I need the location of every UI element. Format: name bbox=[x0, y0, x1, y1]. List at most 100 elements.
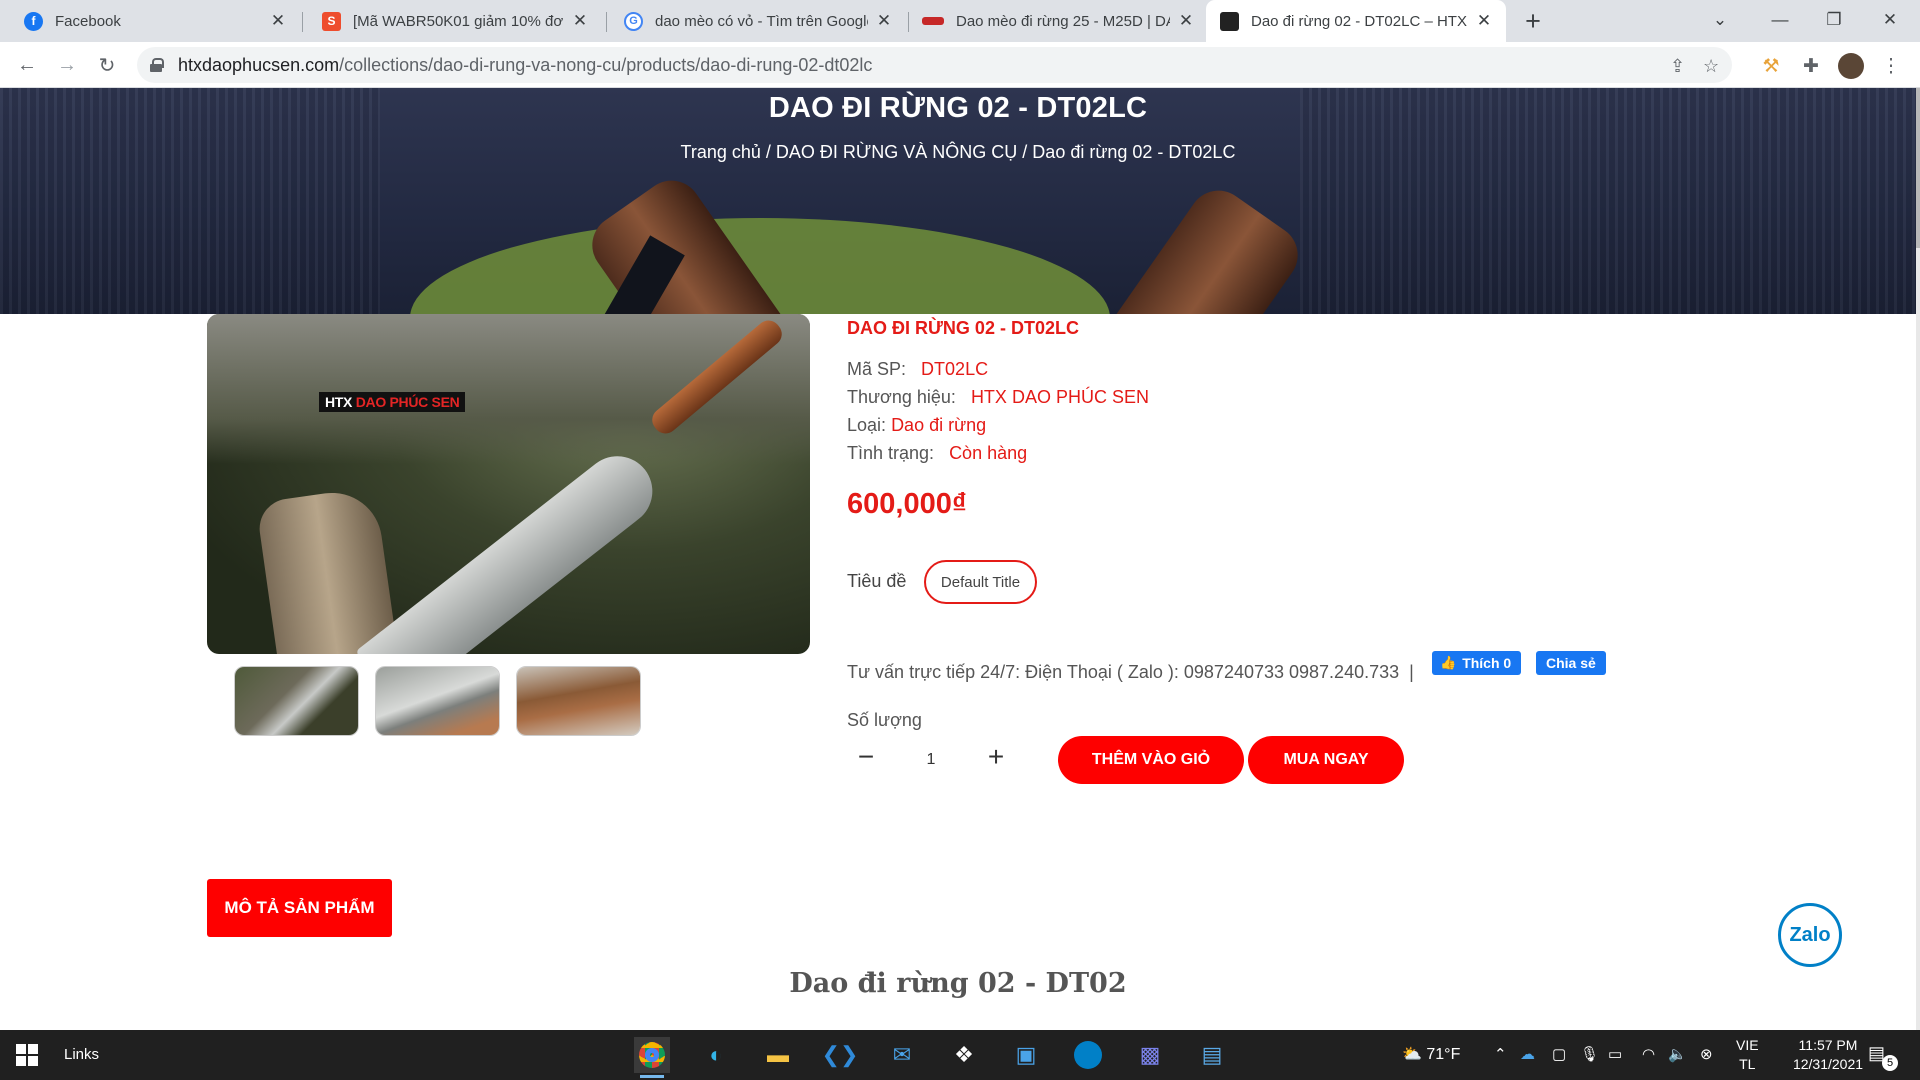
volume-icon[interactable]: 🔈 bbox=[1668, 1045, 1687, 1063]
quantity-input[interactable] bbox=[900, 746, 962, 774]
url-text[interactable]: htxdaophucsen.com/collections/dao-di-run… bbox=[178, 55, 872, 76]
product-type-row: Loại: Dao đi rừng bbox=[847, 415, 986, 436]
close-circle-icon[interactable]: ⊗ bbox=[1700, 1045, 1713, 1063]
zalo-icon[interactable] bbox=[1070, 1037, 1106, 1073]
product-main-image[interactable]: HTX DAO PHÚC SEN bbox=[207, 314, 810, 654]
chrome-icon[interactable] bbox=[634, 1037, 670, 1078]
weather-widget[interactable]: ⛅ 71°F bbox=[1402, 1044, 1460, 1064]
zalo-chat-button[interactable]: Zalo bbox=[1778, 903, 1842, 967]
site-icon bbox=[1220, 11, 1239, 31]
app-icon[interactable]: ▣ bbox=[1008, 1037, 1044, 1073]
image-watermark: HTX DAO PHÚC SEN bbox=[319, 392, 466, 412]
quantity-increase-button[interactable]: + bbox=[980, 740, 1012, 774]
file-explorer-icon[interactable]: ▬ bbox=[760, 1037, 796, 1073]
notification-count: 5 bbox=[1882, 1055, 1898, 1071]
tab-active-product[interactable]: Dao đi rừng 02 - DT02LC – HTX D... ✕ bbox=[1206, 0, 1506, 42]
browser-toolbar: ← → ↻ htxdaophucsen.com/collections/dao-… bbox=[0, 42, 1920, 88]
wifi-icon[interactable]: ◠ bbox=[1642, 1045, 1655, 1063]
lock-icon[interactable] bbox=[150, 58, 164, 72]
share-icon[interactable]: ⇪ bbox=[1670, 56, 1685, 77]
product-sku-row: Mã SP: DT02LC bbox=[847, 359, 988, 380]
advice-separator: | bbox=[1409, 662, 1414, 682]
tab-shopee[interactable]: S [Mã WABR50K01 giảm 10% đơn ... ✕ bbox=[302, 0, 602, 42]
puzzle-icon[interactable]: ✚ bbox=[1800, 55, 1822, 77]
tab-search-icon[interactable]: ⌄ bbox=[1692, 0, 1748, 40]
tab-dao-meo[interactable]: Dao mèo đi rừng 25 - M25D | DA... ✕ bbox=[908, 0, 1208, 42]
type-value[interactable]: Dao đi rừng bbox=[891, 415, 986, 435]
input-language[interactable]: VIE TL bbox=[1736, 1036, 1759, 1074]
fb-like-label: Thích 0 bbox=[1462, 655, 1512, 671]
teams-icon[interactable]: ▩ bbox=[1132, 1037, 1168, 1073]
google-icon: G bbox=[624, 11, 643, 31]
links-toolbar[interactable]: Links bbox=[64, 1046, 99, 1063]
menu-dots-icon[interactable]: ⋮ bbox=[1880, 55, 1902, 77]
brand-label: Thương hiệu: bbox=[847, 387, 956, 407]
close-tab-icon[interactable]: ✕ bbox=[874, 11, 894, 31]
windows-start-icon[interactable] bbox=[16, 1044, 40, 1068]
product-status-row: Tình trạng: Còn hàng bbox=[847, 443, 1027, 464]
tab-title: dao mèo có vỏ - Tìm trên Google bbox=[655, 12, 868, 30]
close-tab-icon[interactable]: ✕ bbox=[1176, 11, 1196, 31]
contact-advice: Tư vấn trực tiếp 24/7: Điện Thoại ( Zalo… bbox=[847, 662, 1414, 683]
thumbnail-image bbox=[376, 667, 499, 735]
clock-time: 11:57 PM bbox=[1798, 1037, 1858, 1053]
url-domain: htxdaophucsen.com bbox=[178, 54, 340, 75]
scrollbar-thumb[interactable] bbox=[1916, 88, 1920, 248]
description-tab[interactable]: MÔ TẢ SẢN PHẨM bbox=[207, 879, 392, 937]
add-to-cart-button[interactable]: THÊM VÀO GIỎ bbox=[1058, 736, 1244, 784]
close-tab-icon[interactable]: ✕ bbox=[570, 11, 590, 31]
address-bar[interactable]: htxdaophucsen.com/collections/dao-di-run… bbox=[137, 47, 1732, 83]
microphone-icon[interactable]: 🎙 bbox=[1580, 1045, 1599, 1063]
product-brand-row: Thương hiệu: HTX DAO PHÚC SEN bbox=[847, 387, 1149, 408]
reload-button[interactable]: ↻ bbox=[92, 50, 122, 80]
notification-center-icon[interactable]: ▤ 5 bbox=[1868, 1043, 1898, 1071]
browser-tab-bar: f Facebook ✕ S [Mã WABR50K01 giảm 10% đơ… bbox=[0, 0, 1920, 42]
extension-icon[interactable]: ⚒ bbox=[1760, 55, 1782, 77]
variant-label: Tiêu đề bbox=[847, 571, 907, 591]
product-thumbnail[interactable] bbox=[375, 666, 500, 736]
product-thumbnail[interactable] bbox=[234, 666, 359, 736]
close-window-button[interactable]: ✕ bbox=[1862, 0, 1918, 40]
watermark-prefix: HTX bbox=[325, 394, 356, 410]
bookmark-star-icon[interactable]: ☆ bbox=[1703, 56, 1719, 77]
buy-now-button[interactable]: MUA NGAY bbox=[1248, 736, 1404, 784]
dropbox-icon[interactable]: ❖ bbox=[946, 1037, 982, 1073]
chevron-up-icon[interactable]: ⌃ bbox=[1494, 1045, 1507, 1063]
forward-button[interactable]: → bbox=[52, 50, 82, 80]
breadcrumb[interactable]: Trang chủ / DAO ĐI RỪNG VÀ NÔNG CỤ / Dao… bbox=[0, 142, 1916, 163]
quantity-label: Số lượng bbox=[847, 710, 922, 730]
back-button[interactable]: ← bbox=[12, 50, 42, 80]
close-tab-icon[interactable]: ✕ bbox=[1474, 11, 1494, 31]
brand-value[interactable]: HTX DAO PHÚC SEN bbox=[971, 387, 1149, 407]
mail-icon[interactable]: ✉ bbox=[884, 1037, 920, 1073]
thumbnail-image bbox=[517, 667, 640, 735]
avatar[interactable] bbox=[1838, 53, 1864, 79]
onedrive-icon[interactable]: ☁ bbox=[1520, 1045, 1535, 1063]
battery-icon[interactable]: ▭ bbox=[1608, 1045, 1622, 1063]
tab-title: Facebook bbox=[55, 12, 121, 30]
sku-label: Mã SP: bbox=[847, 359, 907, 379]
tab-facebook[interactable]: f Facebook ✕ bbox=[0, 0, 300, 42]
variant-option-button[interactable]: Default Title bbox=[924, 560, 1037, 604]
facebook-share-button[interactable]: Chia sẻ bbox=[1536, 651, 1606, 675]
system-clock[interactable]: 11:57 PM 12/31/2021 bbox=[1778, 1036, 1878, 1074]
clock-date: 12/31/2021 bbox=[1792, 1056, 1864, 1072]
facebook-like-button[interactable]: 👍 Thích 0 bbox=[1432, 651, 1522, 675]
device-icon[interactable]: ▢ bbox=[1552, 1045, 1566, 1063]
quantity-decrease-button[interactable]: − bbox=[852, 740, 880, 774]
restore-button[interactable]: ❐ bbox=[1806, 0, 1862, 40]
page-scrollbar[interactable] bbox=[1916, 88, 1920, 1030]
thumbnail-image bbox=[235, 667, 358, 735]
vscode-icon[interactable]: ❮❯ bbox=[822, 1037, 859, 1073]
close-tab-icon[interactable]: ✕ bbox=[268, 11, 288, 31]
tab-google[interactable]: G dao mèo có vỏ - Tìm trên Google ✕ bbox=[606, 0, 906, 42]
advice-text: Tư vấn trực tiếp 24/7: Điện Thoại ( Zalo… bbox=[847, 662, 1400, 682]
devhome-icon[interactable]: ▤ bbox=[1194, 1037, 1230, 1073]
new-tab-button[interactable]: + bbox=[1518, 6, 1548, 37]
product-title: DAO ĐI RỪNG 02 - DT02LC bbox=[847, 318, 1079, 338]
minimize-button[interactable]: — bbox=[1752, 0, 1808, 40]
edge-icon[interactable]: ◐ bbox=[698, 1037, 734, 1073]
product-thumbnail[interactable] bbox=[516, 666, 641, 736]
watermark-brand: DAO PHÚC SEN bbox=[355, 394, 460, 410]
page-content: DAO ĐI RỪNG 02 - DT02LC Trang chủ / DAO … bbox=[0, 88, 1920, 1030]
